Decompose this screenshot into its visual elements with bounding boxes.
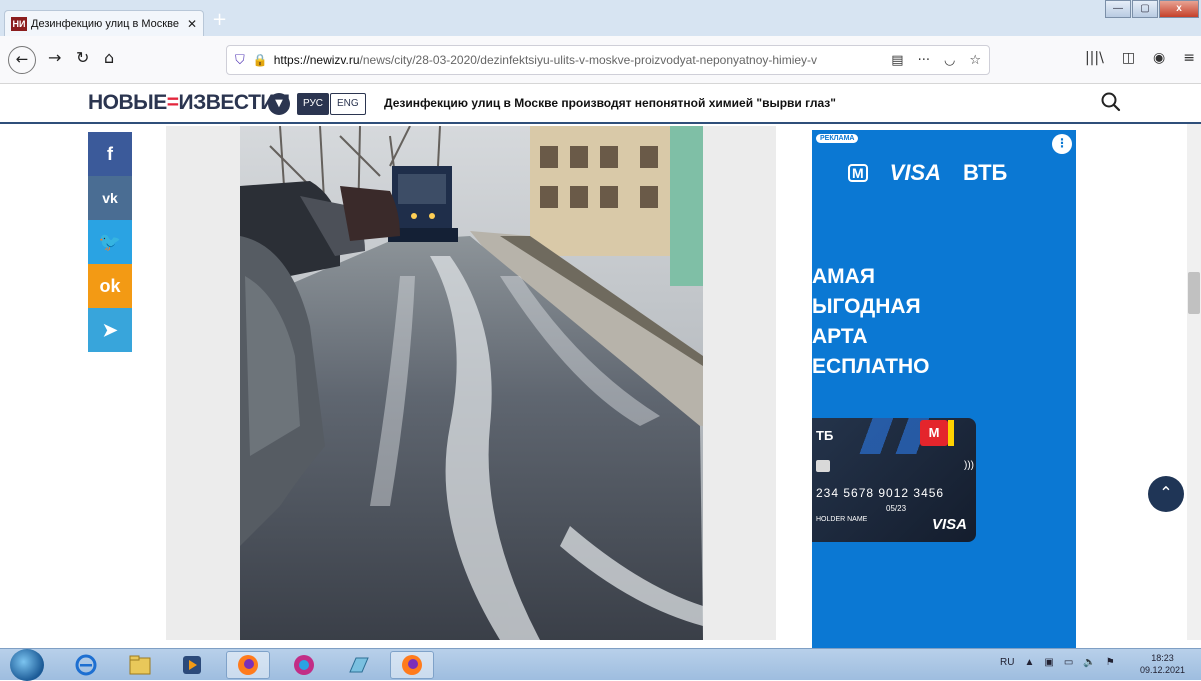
reader-view-icon[interactable]: ▤	[891, 53, 903, 68]
system-tray: RU ▲ ▣ ▭ 🔈 ⚑	[1000, 657, 1115, 668]
window-controls: — ▢ x	[1104, 0, 1199, 18]
browser-tab-bar: НИ Дезинфекцию улиц в Москве ✕ + — ▢ x	[0, 0, 1201, 36]
card-logo-stripe	[948, 420, 954, 446]
library-icon[interactable]: |||\	[1085, 50, 1104, 66]
action-center-icon[interactable]: ⚑	[1106, 657, 1115, 668]
reload-button[interactable]: ↻	[76, 48, 89, 67]
tab-close-icon[interactable]: ✕	[187, 17, 197, 31]
account-icon[interactable]: ◉	[1153, 50, 1165, 66]
scrollbar-thumb[interactable]	[1188, 272, 1200, 314]
page-scrollbar[interactable]	[1187, 124, 1201, 640]
media-player-icon[interactable]	[170, 651, 214, 679]
logo-word-1: НОВЫЕ	[88, 91, 167, 114]
ad-label: РЕКЛАМА	[816, 134, 859, 143]
street-disinfection-photo	[240, 126, 703, 640]
home-button[interactable]: ⌂	[104, 48, 114, 67]
start-button[interactable]	[10, 649, 44, 681]
address-bar[interactable]: ⛉ 🔒 https://newizv.ru/news/city/28-03-20…	[226, 45, 990, 75]
ad-slogan-line: ЫГОДНАЯ	[812, 295, 921, 318]
maximize-button[interactable]: ▢	[1132, 0, 1158, 18]
notes-app-icon[interactable]	[336, 651, 380, 679]
url-domain: https://newizv.ru	[273, 53, 360, 67]
social-share-bar: f vk 🐦 ok ➤	[88, 132, 132, 352]
url-text[interactable]: https://newizv.ru/news/city/28-03-2020/d…	[274, 53, 854, 67]
site-logo[interactable]: НОВЫЕ=ИЗВЕСТИЯ	[88, 91, 290, 115]
page-actions-icon[interactable]: ···	[918, 53, 930, 68]
ad-brand-visa: VISA	[889, 160, 942, 185]
card-holder: HOLDER NAME	[816, 516, 868, 523]
monitor-icon[interactable]: ▭	[1064, 657, 1073, 668]
ad-brand-vtb: ВТБ	[963, 160, 1008, 185]
clock-date: 09.12.2021	[1140, 665, 1186, 675]
twitter-share-button[interactable]: 🐦	[88, 220, 132, 264]
pocket-icon[interactable]: ◡	[944, 53, 955, 68]
close-window-button[interactable]: x	[1159, 0, 1199, 18]
facebook-share-button[interactable]: f	[88, 132, 132, 176]
site-favicon-icon: НИ	[11, 16, 27, 31]
ad-brand-m-icon: M	[848, 164, 868, 182]
ad-menu-icon[interactable]: ⋮	[1052, 134, 1072, 154]
navigation-bar: ← → ↻ ⌂ ⛉ 🔒 https://newizv.ru/news/city/…	[0, 36, 1201, 84]
card-expiry: 05/23	[886, 504, 907, 513]
lock-icon[interactable]: 🔒	[253, 53, 268, 67]
site-header: НОВЫЕ=ИЗВЕСТИЯ ▼ РУС ENG Дезинфекцию ули…	[0, 84, 1201, 124]
media-app-icon[interactable]	[282, 651, 326, 679]
minimize-button[interactable]: —	[1105, 0, 1131, 18]
tracking-protection-icon[interactable]: ⛉	[235, 53, 245, 68]
input-language[interactable]: RU	[1000, 657, 1014, 668]
browser-tab[interactable]: НИ Дезинфекцию улиц в Москве ✕	[4, 10, 204, 36]
file-explorer-icon[interactable]	[118, 651, 162, 679]
volume-icon[interactable]: 🔈	[1083, 657, 1095, 668]
ad-banner[interactable]: РЕКЛАМА ⋮ M VISA ВТБ АМАЯ ЫГОДНАЯ АРТА Е…	[812, 130, 1076, 650]
ad-brand-row: M VISA ВТБ	[848, 160, 1007, 186]
back-button[interactable]: ←	[8, 46, 36, 74]
toolbar-right: |||\ ◫ ◉ ≡	[1085, 50, 1195, 66]
logo-equals: =	[166, 91, 179, 114]
card-chip-icon	[816, 460, 830, 472]
telegram-share-button[interactable]: ➤	[88, 308, 132, 352]
firefox-icon[interactable]	[226, 651, 270, 679]
scroll-to-top-button[interactable]: ⌃	[1148, 476, 1184, 512]
new-tab-button[interactable]: +	[212, 10, 227, 30]
card-m-logo-icon: M	[920, 420, 948, 446]
sidebar-icon[interactable]: ◫	[1122, 50, 1135, 66]
lang-dropdown-icon[interactable]: ▼	[268, 93, 290, 115]
ad-slogan-line: АРТА	[812, 325, 868, 348]
url-path: /news/city/28-03-2020/dezinfektsiyu-ulit…	[359, 53, 818, 67]
ad-bank-card: ТБ M ))) 234 5678 9012 3456 05/23 HOLDER…	[812, 418, 976, 542]
article-photo	[240, 126, 703, 640]
ad-slogan-line: АМАЯ	[812, 265, 875, 288]
lang-ru-button[interactable]: РУС	[297, 93, 330, 115]
card-number: 234 5678 9012 3456	[816, 486, 945, 500]
firefox-window-icon[interactable]	[390, 651, 434, 679]
search-icon[interactable]	[1098, 89, 1124, 115]
ad-slogan-line: ЕСПЛАТНО	[812, 355, 930, 378]
tray-expand-icon[interactable]: ▲	[1024, 657, 1034, 668]
ad-slogan: АМАЯ ЫГОДНАЯ АРТА ЕСПЛАТНО	[812, 262, 929, 382]
article-headline: Дезинфекцию улиц в Москве производят неп…	[384, 96, 836, 110]
article-photo-frame	[166, 126, 776, 640]
menu-icon[interactable]: ≡	[1183, 50, 1195, 66]
contactless-icon: )))	[964, 460, 974, 471]
windows-taskbar: RU ▲ ▣ ▭ 🔈 ⚑ 18:23 09.12.2021	[0, 648, 1201, 681]
card-visa-logo: VISA	[932, 516, 968, 533]
clock-time: 18:23	[1151, 653, 1174, 663]
card-bank-name: ТБ	[816, 428, 834, 443]
lang-en-button[interactable]: ENG	[330, 93, 366, 115]
bookmark-star-icon[interactable]: ☆	[969, 53, 981, 68]
odnoklassniki-share-button[interactable]: ok	[88, 264, 132, 308]
taskbar-clock[interactable]: 18:23 09.12.2021	[1140, 652, 1185, 676]
network-icon[interactable]: ▣	[1044, 657, 1053, 668]
page-content: f vk 🐦 ok ➤ РЕКЛАМА ⋮ M VISA ВТБ АМАЯ ЫГ…	[0, 126, 1201, 650]
forward-button[interactable]: →	[48, 48, 61, 67]
vk-share-button[interactable]: vk	[88, 176, 132, 220]
internet-explorer-icon[interactable]	[64, 651, 108, 679]
tab-title: Дезинфекцию улиц в Москве	[31, 17, 179, 30]
